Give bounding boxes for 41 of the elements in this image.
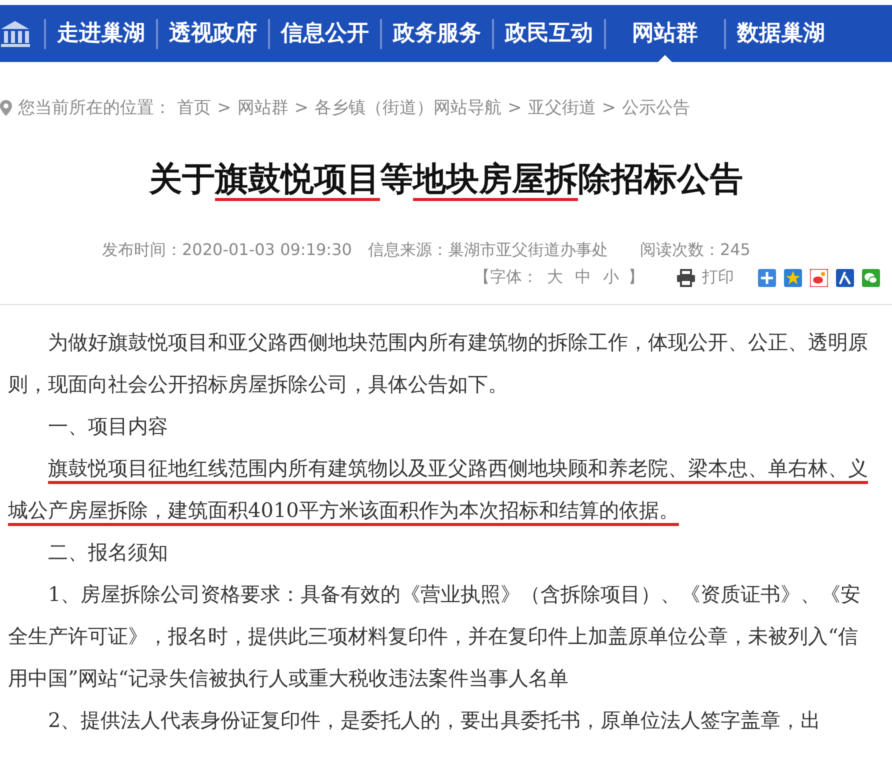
breadcrumb-separator: > (602, 98, 616, 118)
article-title: 关于旗鼓悦项目等地块房屋拆除招标公告 (148, 158, 744, 200)
breadcrumb-separator: > (217, 98, 232, 118)
nav-tab[interactable]: 政民互动 (494, 5, 604, 62)
breadcrumb-link[interactable]: 网站群 (237, 96, 288, 119)
breadcrumb-link[interactable]: 亚父街道 (528, 96, 596, 119)
font-size-label: 】 (628, 267, 644, 288)
nav-tab[interactable]: 数据巢湖 (726, 5, 836, 62)
person-share-icon[interactable] (836, 268, 854, 286)
breadcrumb-link[interactable]: 首页 (177, 96, 211, 119)
location-pin-icon (0, 100, 12, 116)
breadcrumb-label: 您当前所在的位置： (18, 97, 171, 119)
plus-share-icon[interactable] (758, 268, 776, 286)
meta-text: 阅读次数：245 (640, 240, 750, 261)
font-size-link[interactable]: 中 (575, 267, 591, 288)
meta-text: 信息来源：巢湖市亚父街道办事处 (368, 240, 608, 261)
paragraph: 二、报名须知 (47, 539, 169, 566)
paragraph: 一、项目内容 (47, 413, 169, 440)
nav-tab[interactable]: 网站群 (606, 5, 724, 62)
nav-tab[interactable]: 信息公开 (270, 5, 380, 62)
star-share-icon[interactable] (784, 268, 802, 286)
nav-tab[interactable]: 政务服务 (382, 5, 492, 62)
paragraph: 旗鼓悦项目征地红线范围内所有建筑物以及亚父路西侧地块顾和养老院、梁本忠、单右林、义城公产房屋拆除，建筑面积4010平方米该面积作为本次招标和结算的依据。 (8, 455, 869, 524)
nav-tab[interactable]: 透视政府 (158, 5, 268, 62)
paragraph: 为做好旗鼓悦项目和亚父路西侧地块范围内所有建筑物的拆除工作，体现公开、公正、透明原则，现面向社会公开招标房屋拆除公司，具体公告如下。 (8, 329, 869, 398)
weibo-share-icon[interactable] (810, 268, 828, 286)
nav-tab[interactable]: 走进巢湖 (46, 5, 156, 62)
font-size-label: 【字体： (474, 267, 538, 288)
font-size-link[interactable]: 小 (603, 267, 619, 288)
font-size-link[interactable]: 大 (547, 267, 563, 288)
paragraph: 1、房屋拆除公司资格要求：具备有效的《营业执照》（含拆除项目）、《资质证书》、《安全生产许可证》，报名时，提供此三项材料复印件，并在复印件上加盖原单位公章，未被列入“信用中国”网站“记录失信被执行人或重大税收违法案件当事人名单 (8, 581, 862, 692)
paragraph: 2、提供法人代表身份证复印件，是委托人的，要出具委托书，原单位法人签字盖章，出 (47, 707, 822, 734)
breadcrumb-link[interactable]: 公示公告 (622, 96, 690, 119)
wechat-share-icon[interactable] (862, 268, 880, 286)
building-icon[interactable] (0, 18, 30, 48)
printer-icon[interactable] (676, 268, 696, 286)
breadcrumb-link[interactable]: 各乡镇（街道）网站导航 (314, 96, 502, 119)
breadcrumb-separator: > (294, 98, 308, 118)
meta-text: 发布时间：2020-01-03 09:19:30 (102, 240, 352, 261)
print-link[interactable]: 打印 (702, 267, 734, 288)
breadcrumb-separator: > (508, 98, 522, 118)
